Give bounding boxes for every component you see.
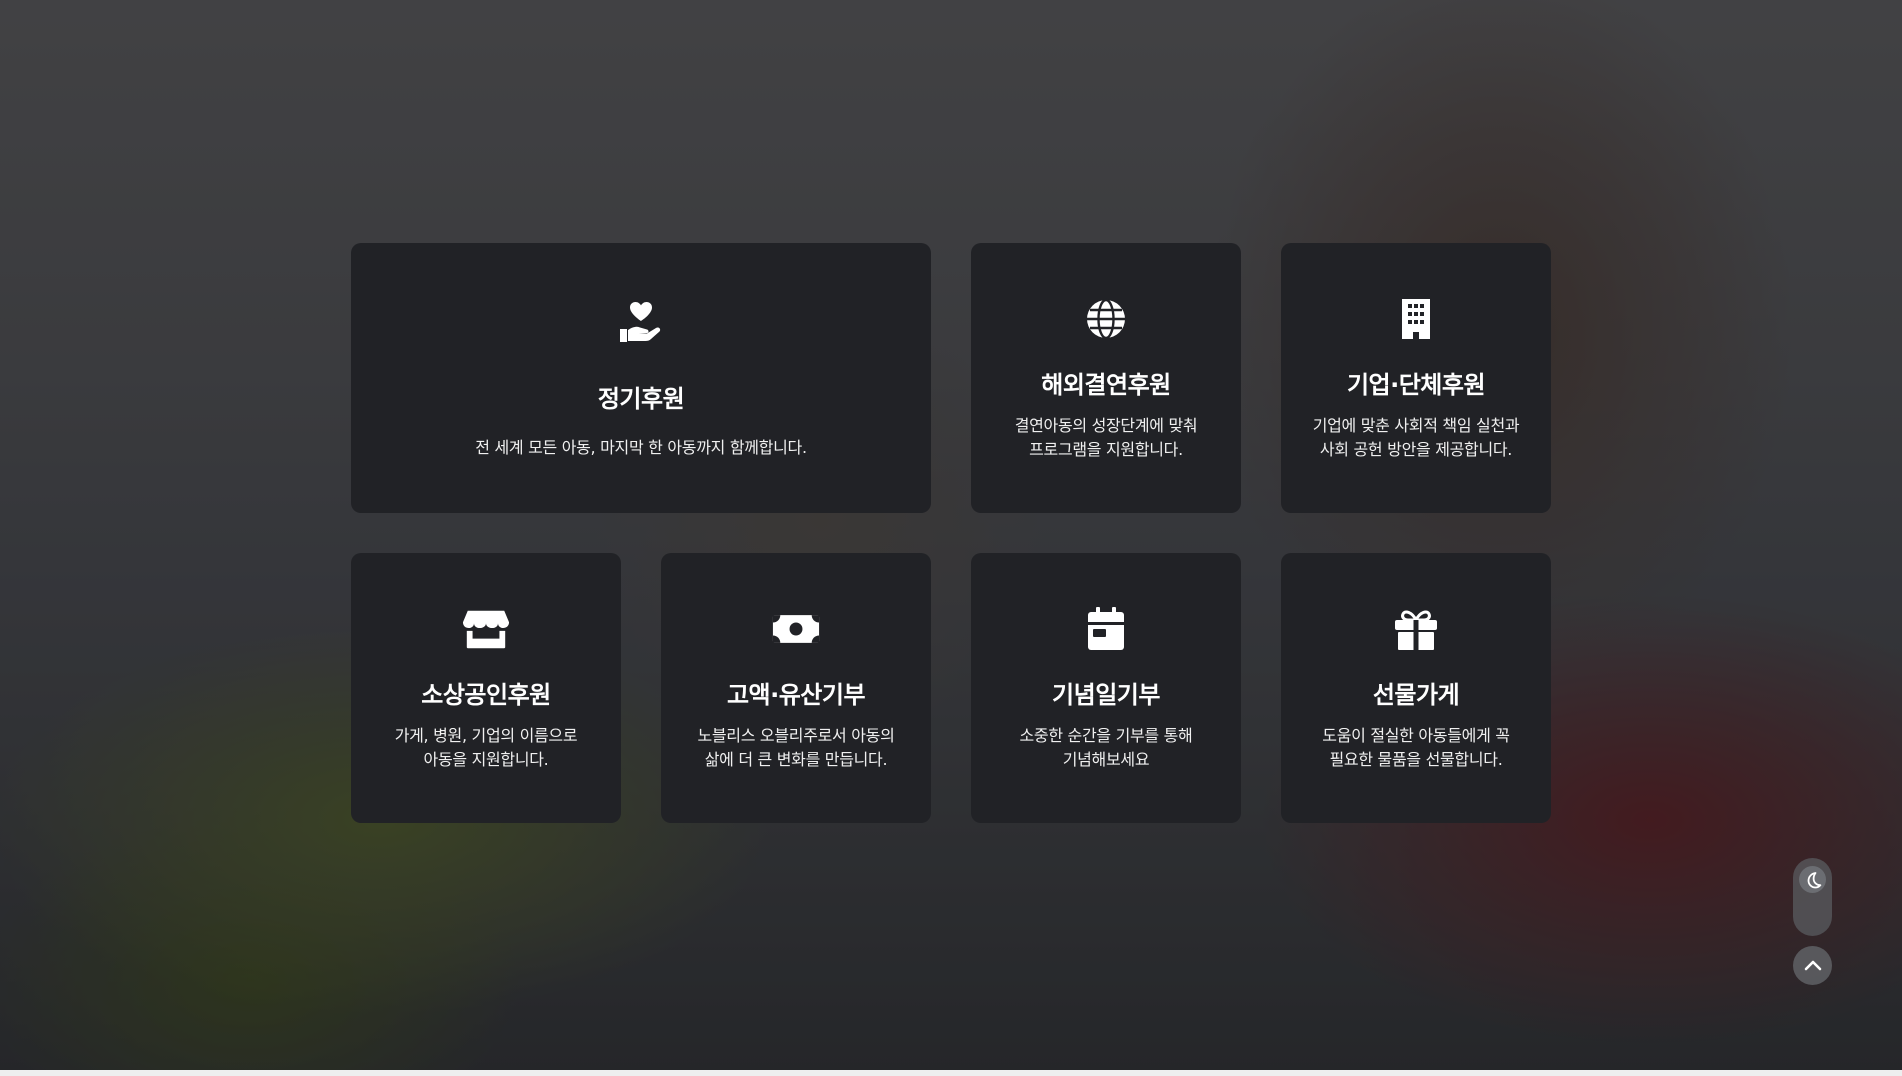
card-description-line: 필요한 물품을 선물합니다. <box>1329 749 1503 769</box>
store-icon <box>462 605 510 653</box>
card-description-line: 도움이 절실한 아동들에게 꼭 <box>1322 725 1510 745</box>
card-corporate-donation[interactable]: 기업·단체후원 기업에 맞춘 사회적 책임 실천과 사회 공헌 방안을 제공합니… <box>1281 243 1551 513</box>
card-description: 가게, 병원, 기업의 이름으로 아동을 지원합니다. <box>395 724 578 772</box>
card-title: 고액·유산기부 <box>726 680 866 709</box>
moon-icon <box>1799 866 1826 893</box>
calendar-icon <box>1082 605 1130 653</box>
hand-heart-icon <box>617 297 665 345</box>
card-description-line: 기업에 맞춘 사회적 책임 실천과 <box>1312 415 1520 435</box>
card-title: 정기후원 <box>597 384 685 413</box>
card-description: 전 세계 모든 아동, 마지막 한 아동까지 함께합니다. <box>475 436 807 460</box>
card-anniversary-donation[interactable]: 기념일기부 소중한 순간을 기부를 통해 기념해보세요 <box>971 553 1241 823</box>
card-title: 해외결연후원 <box>1041 370 1171 399</box>
card-description-line: 프로그램을 지원합니다. <box>1029 439 1183 459</box>
card-title: 선물가게 <box>1372 680 1460 709</box>
card-description-line: 사회 공헌 방안을 제공합니다. <box>1319 439 1513 459</box>
card-description: 결연아동의 성장단계에 맞춰 프로그램을 지원합니다. <box>1015 414 1198 462</box>
card-title: 기업·단체후원 <box>1346 370 1486 399</box>
dark-mode-toggle[interactable] <box>1793 858 1832 936</box>
card-description-line: 아동을 지원합니다. <box>423 749 549 769</box>
card-title: 기념일기부 <box>1052 680 1160 709</box>
card-regular-donation[interactable]: 정기후원 전 세계 모든 아동, 마지막 한 아동까지 함께합니다. <box>351 243 931 513</box>
chevron-up-icon <box>1804 956 1822 975</box>
card-overseas-sponsorship[interactable]: 해외결연후원 결연아동의 성장단계에 맞춰 프로그램을 지원합니다. <box>971 243 1241 513</box>
card-description-line: 노블리스 오블리주로서 아동의 <box>697 725 895 745</box>
card-description-line: 삶에 더 큰 변화를 만듭니다. <box>704 749 888 769</box>
card-description-line: 전 세계 모든 아동, 마지막 한 아동까지 함께합니다. <box>475 437 807 457</box>
scroll-to-top-button[interactable] <box>1793 946 1832 985</box>
card-description: 노블리스 오블리주로서 아동의 삶에 더 큰 변화를 만듭니다. <box>697 724 894 772</box>
money-bill-icon <box>772 605 820 653</box>
card-description-line: 소중한 순간을 기부를 통해 <box>1019 725 1193 745</box>
gift-icon <box>1392 605 1440 653</box>
card-description-line: 기념해보세요 <box>1062 749 1150 769</box>
card-small-business-donation[interactable]: 소상공인후원 가게, 병원, 기업의 이름으로 아동을 지원합니다. <box>351 553 621 823</box>
card-description: 도움이 절실한 아동들에게 꼭 필요한 물품을 선물합니다. <box>1322 724 1510 772</box>
card-gift-shop[interactable]: 선물가게 도움이 절실한 아동들에게 꼭 필요한 물품을 선물합니다. <box>1281 553 1551 823</box>
building-icon <box>1392 295 1440 343</box>
card-description-line: 결연아동의 성장단계에 맞춰 <box>1014 415 1198 435</box>
donation-menu-grid: 정기후원 전 세계 모든 아동, 마지막 한 아동까지 함께합니다. 해외결연후… <box>351 243 1551 823</box>
globe-icon <box>1082 295 1130 343</box>
page-bottom-edge <box>0 1070 1902 1076</box>
card-description: 기업에 맞춘 사회적 책임 실천과 사회 공헌 방안을 제공합니다. <box>1313 414 1520 462</box>
card-title: 소상공인후원 <box>421 680 551 709</box>
card-major-legacy-giving[interactable]: 고액·유산기부 노블리스 오블리주로서 아동의 삶에 더 큰 변화를 만듭니다. <box>661 553 931 823</box>
card-description: 소중한 순간을 기부를 통해 기념해보세요 <box>1020 724 1193 772</box>
card-description-line: 가게, 병원, 기업의 이름으로 <box>394 725 578 745</box>
